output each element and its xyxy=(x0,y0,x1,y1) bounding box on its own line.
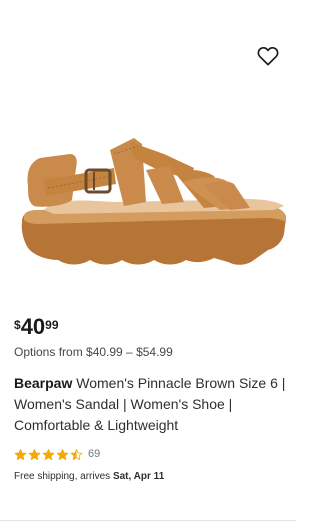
star-filled-icon xyxy=(56,448,69,460)
card-divider xyxy=(0,520,296,521)
price-cents: 99 xyxy=(45,318,59,332)
sandal-image[interactable] xyxy=(14,110,290,290)
product-card[interactable]: $ 40 99 Options from $40.99 – $54.99 Bea… xyxy=(0,0,296,523)
product-brand: Bearpaw xyxy=(14,375,73,391)
product-rating[interactable]: 69 xyxy=(14,446,100,462)
product-price: $ 40 99 xyxy=(14,315,59,341)
rating-stars xyxy=(14,448,84,461)
shipping-prefix: Free shipping, arrives xyxy=(14,471,111,482)
price-dollars: 40 xyxy=(20,314,46,339)
heart-outline-icon xyxy=(257,47,279,66)
shipping-date: Sat, Apr 11 xyxy=(112,471,165,482)
star-filled-icon xyxy=(14,448,27,460)
star-half-icon xyxy=(70,448,83,460)
shipping-info: Free shipping, arrives Sat, Apr 11 xyxy=(14,471,164,482)
favorite-button[interactable] xyxy=(255,44,281,68)
product-title-link[interactable]: Bearpaw Women's Pinnacle Brown Size 6 | … xyxy=(14,373,290,436)
price-currency: $ xyxy=(14,318,21,332)
price-options-range: Options from $40.99 – $54.99 xyxy=(14,345,173,359)
star-filled-icon xyxy=(42,448,55,460)
star-filled-icon xyxy=(28,448,41,460)
review-count: 69 xyxy=(88,448,101,460)
